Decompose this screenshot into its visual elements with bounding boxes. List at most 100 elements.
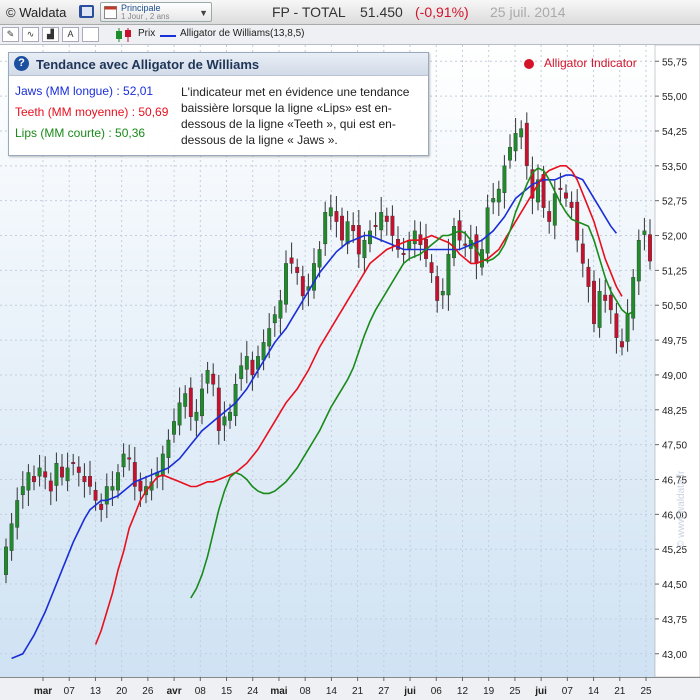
help-icon[interactable]: ? bbox=[14, 56, 29, 71]
candle-body bbox=[160, 453, 165, 477]
indicator-dot bbox=[524, 59, 534, 69]
candle-body bbox=[93, 489, 98, 501]
candle-body bbox=[71, 462, 76, 465]
indicator-icon[interactable]: ▟ bbox=[42, 27, 59, 42]
candle-body bbox=[278, 300, 283, 319]
x-tick-label: 15 bbox=[221, 686, 233, 697]
x-tick-label: mai bbox=[270, 686, 287, 697]
y-tick-label: 49,75 bbox=[662, 336, 687, 347]
candle-body bbox=[491, 198, 496, 203]
candle-body bbox=[463, 243, 468, 246]
candle-body bbox=[412, 230, 417, 245]
book-icon[interactable] bbox=[78, 3, 96, 20]
candle-body bbox=[99, 503, 104, 510]
x-tick-label: 14 bbox=[326, 686, 338, 697]
candle-body bbox=[216, 387, 221, 431]
y-tick-label: 43,00 bbox=[662, 650, 687, 661]
candle-body bbox=[648, 234, 652, 262]
candle-body bbox=[300, 276, 305, 297]
candle-body bbox=[194, 411, 199, 421]
candle-body bbox=[172, 421, 176, 435]
candle-body bbox=[26, 472, 31, 491]
candle-body bbox=[351, 225, 356, 232]
candle-body bbox=[127, 457, 132, 460]
candle-body bbox=[636, 239, 641, 282]
y-tick-label: 47,50 bbox=[662, 441, 687, 452]
y-tick-label: 52,00 bbox=[662, 232, 687, 243]
candle-body bbox=[121, 453, 126, 468]
candle-body bbox=[228, 411, 232, 421]
candle-body bbox=[552, 193, 557, 226]
candle-body bbox=[267, 328, 272, 347]
candle-body bbox=[379, 212, 384, 231]
toolbar: ✎ ∿ ▟ A Prix Alligator de Williams(13,8,… bbox=[0, 25, 700, 45]
x-tick-label: mar bbox=[34, 686, 52, 697]
y-tick-label: 51,25 bbox=[662, 266, 687, 277]
candle-body bbox=[200, 388, 204, 417]
y-tick-label: 55,75 bbox=[662, 57, 687, 68]
candle-body bbox=[177, 402, 182, 426]
candle-body bbox=[323, 212, 328, 245]
candle-body bbox=[429, 262, 434, 273]
price-change: (-0,91%) bbox=[415, 4, 469, 20]
candle-body bbox=[496, 188, 501, 203]
candle-body bbox=[76, 466, 81, 473]
candle-body bbox=[37, 467, 42, 477]
candle-body bbox=[43, 471, 48, 478]
y-tick-label: 43,75 bbox=[662, 615, 687, 626]
legend-price: Prix bbox=[138, 28, 156, 39]
instrument-name: FP - TOTAL bbox=[272, 4, 346, 20]
candle-body bbox=[88, 476, 92, 487]
x-tick-label: 06 bbox=[431, 686, 443, 697]
candle-body bbox=[620, 341, 624, 348]
candle-body bbox=[502, 165, 507, 193]
candle-body bbox=[239, 365, 244, 379]
candle-body bbox=[485, 207, 490, 254]
candle-body bbox=[82, 476, 87, 483]
y-tick-label: 49,00 bbox=[662, 371, 687, 382]
candle-body bbox=[603, 294, 608, 301]
x-tick-label: 07 bbox=[562, 686, 574, 697]
candle-body bbox=[625, 314, 630, 342]
candle-body bbox=[284, 263, 288, 305]
candle-body bbox=[188, 387, 193, 417]
tools-icon[interactable]: ✎ bbox=[2, 27, 19, 42]
info-title: Tendance avec Alligator de Williams bbox=[36, 57, 260, 72]
candle-body bbox=[328, 207, 333, 217]
x-tick-label: 13 bbox=[90, 686, 102, 697]
quote-date: 25 juil. 2014 bbox=[490, 4, 566, 20]
candle-body bbox=[401, 252, 406, 255]
period-select[interactable]: Principale 1 Jour , 2 ans ▼ bbox=[100, 2, 212, 22]
candle-body bbox=[390, 215, 395, 236]
x-tick-label: 25 bbox=[509, 686, 521, 697]
candle-body bbox=[373, 225, 378, 228]
app-name: © Waldata bbox=[6, 5, 67, 20]
legend-line-swatch bbox=[160, 35, 176, 37]
line-chart-icon[interactable]: ∿ bbox=[22, 27, 39, 42]
candlestick-icon bbox=[116, 28, 131, 42]
candle-body bbox=[289, 257, 294, 264]
y-tick-label: 55,00 bbox=[662, 92, 687, 103]
info-header: ? Tendance avec Alligator de Williams bbox=[9, 53, 428, 76]
x-tick-label: 20 bbox=[116, 686, 128, 697]
ap-icon[interactable]: A bbox=[62, 27, 79, 42]
candle-body bbox=[440, 291, 445, 296]
teeth-value: Teeth (MM moyenne) : 50,69 bbox=[15, 105, 169, 119]
candle-body bbox=[547, 211, 552, 222]
y-tick-label: 54,25 bbox=[662, 127, 687, 138]
x-tick-label: 07 bbox=[64, 686, 76, 697]
candle-body bbox=[295, 266, 300, 273]
x-tick-label: avr bbox=[167, 686, 182, 697]
candle-body bbox=[384, 215, 389, 222]
candle-body bbox=[564, 192, 568, 199]
candle-body bbox=[54, 463, 59, 486]
candle-body bbox=[356, 225, 361, 255]
y-tick-label: 44,50 bbox=[662, 580, 687, 591]
info-description: L'indicateur met en évidence une tendanc… bbox=[181, 85, 410, 147]
candle-body bbox=[586, 266, 591, 287]
y-tick-label: 50,50 bbox=[662, 301, 687, 312]
candle-body bbox=[261, 342, 266, 361]
blank-icon[interactable] bbox=[82, 27, 99, 42]
candle-body bbox=[183, 393, 188, 407]
x-tick-label: jui bbox=[403, 686, 416, 697]
